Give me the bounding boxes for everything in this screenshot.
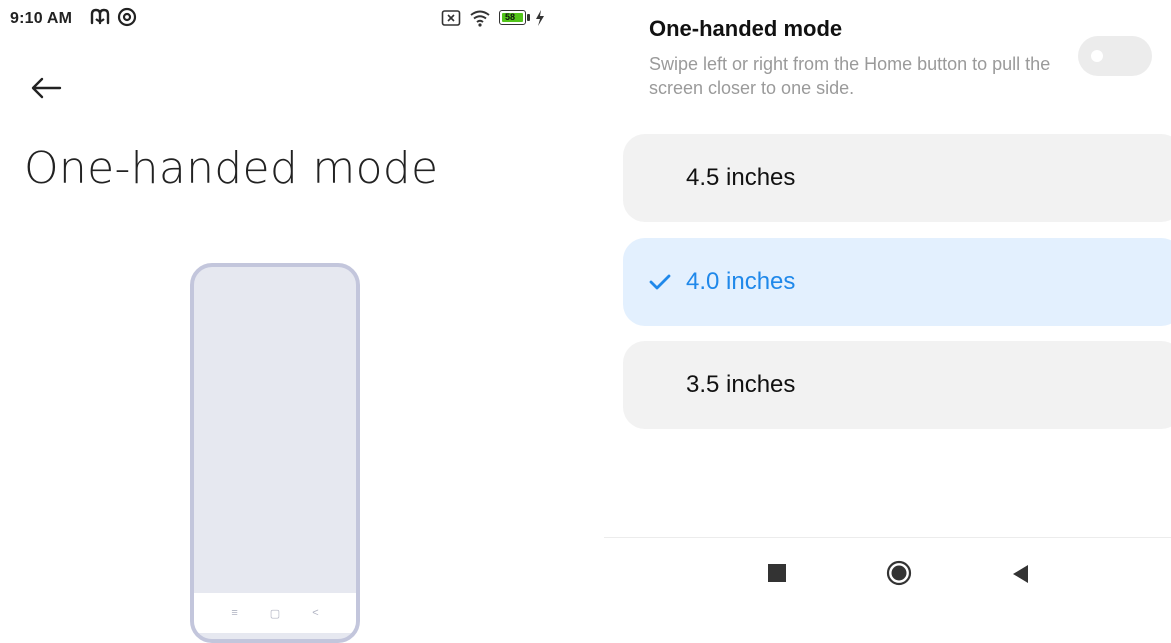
phone-preview: ≡ ▢ < xyxy=(190,263,360,643)
back-button[interactable] xyxy=(28,70,68,106)
option-label: 4.5 inches xyxy=(686,164,796,191)
wifi-icon xyxy=(470,10,490,27)
nav-divider xyxy=(604,537,1171,538)
option-3-5-inches[interactable]: 3.5 inches xyxy=(623,341,1171,429)
menu-icon: ≡ xyxy=(231,607,238,619)
checkmark-icon xyxy=(649,274,671,290)
home-square-icon: ▢ xyxy=(269,607,281,620)
option-4-0-inches[interactable]: 4.0 inches xyxy=(623,238,1171,326)
home-circle-icon[interactable] xyxy=(886,560,912,586)
back-chevron-icon: < xyxy=(312,607,319,619)
sim-off-icon xyxy=(441,10,461,26)
status-app-icons xyxy=(89,7,137,27)
status-system-icons: 58 xyxy=(441,9,545,27)
page-title: One-handed mode xyxy=(24,143,439,194)
m-app-icon xyxy=(90,8,110,25)
setting-description: Swipe left or right from the Home button… xyxy=(649,54,1051,98)
arrow-left-icon xyxy=(31,77,62,99)
status-time: 9:10 AM xyxy=(10,10,73,27)
option-4-5-inches[interactable]: 4.5 inches xyxy=(623,134,1171,222)
preview-navbar: ≡ ▢ < xyxy=(194,593,356,633)
back-triangle-icon[interactable] xyxy=(1010,563,1030,585)
recents-square-icon[interactable] xyxy=(768,564,786,582)
one-handed-toggle[interactable] xyxy=(1078,36,1152,76)
option-label: 4.0 inches xyxy=(686,268,796,295)
toggle-knob xyxy=(1091,50,1103,62)
setting-title: One-handed mode xyxy=(649,16,843,41)
battery-level: 58 xyxy=(505,12,516,22)
option-label: 3.5 inches xyxy=(686,371,796,398)
charging-icon xyxy=(536,10,544,26)
battery-icon: 58 xyxy=(499,9,531,27)
at-sign-icon xyxy=(117,7,137,27)
